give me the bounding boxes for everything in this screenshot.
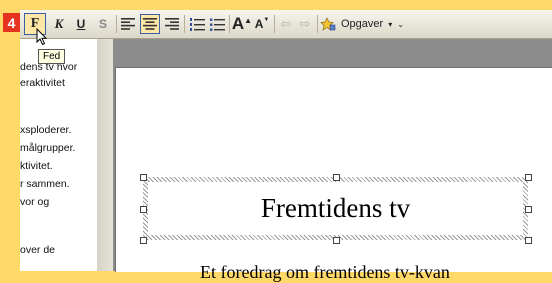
arrow-up-icon: ▲ [244, 15, 253, 25]
promote-button[interactable]: ⇦ [277, 13, 295, 35]
align-right-button[interactable] [162, 14, 182, 34]
toolbar-separator [317, 15, 318, 33]
outline-pane[interactable]: dens tv hvor eraktivitet xsploderer. mål… [20, 39, 98, 271]
decrease-font-icon: A [254, 17, 264, 31]
tasks-menu-label: Opgaver [341, 18, 384, 30]
pane-splitter[interactable] [97, 39, 114, 271]
align-left-button[interactable] [118, 14, 138, 34]
numbered-list-icon [189, 17, 205, 31]
resize-handle[interactable] [140, 237, 147, 244]
outline-line: over de [20, 244, 56, 256]
align-center-icon [143, 18, 157, 30]
design-tasks-icon [320, 17, 336, 31]
bullet-list-icon [209, 18, 225, 31]
bullet-list-button[interactable] [207, 13, 227, 35]
toolbar-options-icon[interactable]: ⌄ [397, 20, 404, 29]
resize-handle[interactable] [333, 237, 340, 244]
step-badge: 4 [3, 13, 20, 32]
arrow-down-icon: ▼ [263, 17, 270, 23]
slide-subtitle[interactable]: Et foredrag om fremtidens tv-kvan [200, 262, 450, 283]
outline-line: vor og [20, 196, 50, 208]
tooltip: Fed [38, 49, 66, 64]
arrow-right-icon: ⇨ [299, 16, 311, 31]
italic-button[interactable]: K [48, 13, 70, 35]
dropdown-arrow-icon: ▾ [388, 19, 393, 29]
toolbar-separator [184, 15, 185, 33]
align-left-icon [121, 18, 135, 30]
arrow-left-icon: ⇦ [280, 16, 292, 31]
resize-handle[interactable] [525, 237, 532, 244]
toolbar-separator [229, 15, 230, 33]
increase-font-icon: A [231, 14, 245, 33]
resize-handle[interactable] [140, 206, 147, 213]
demote-button[interactable]: ⇨ [296, 13, 314, 35]
align-right-icon [165, 18, 179, 30]
numbered-list-button[interactable] [187, 13, 207, 35]
align-center-button[interactable] [140, 14, 160, 34]
resize-handle[interactable] [333, 174, 340, 181]
outline-line: ktivitet. [20, 160, 53, 172]
resize-handle[interactable] [525, 206, 532, 213]
shadow-button[interactable]: S [92, 13, 114, 35]
resize-handle[interactable] [525, 174, 532, 181]
decrease-font-size-button[interactable]: A ▼ [252, 13, 272, 35]
outline-line: xsploderer. [20, 124, 72, 136]
underline-button[interactable]: U [70, 13, 92, 35]
title-text-area[interactable]: Fremtidens tv [148, 182, 523, 235]
outline-line: eraktivitet [20, 77, 65, 89]
tasks-menu-button[interactable]: Opgaver ▾ ⌄ [320, 13, 428, 35]
toolbar-separator [116, 15, 117, 33]
outline-line: målgrupper. [20, 142, 76, 154]
increase-font-size-button[interactable]: A ▲ [231, 13, 253, 35]
resize-handle[interactable] [140, 174, 147, 181]
slide-title: Fremtidens tv [260, 193, 411, 223]
toolbar-separator [274, 15, 275, 33]
title-placeholder[interactable]: Fremtidens tv [143, 177, 528, 240]
formatting-toolbar: F K U S A ▲ A ▼ ⇦ ⇨ Opgaver ▾ ⌄ [20, 10, 552, 39]
outline-line: r sammen. [20, 178, 70, 190]
mouse-pointer-icon [36, 28, 48, 46]
